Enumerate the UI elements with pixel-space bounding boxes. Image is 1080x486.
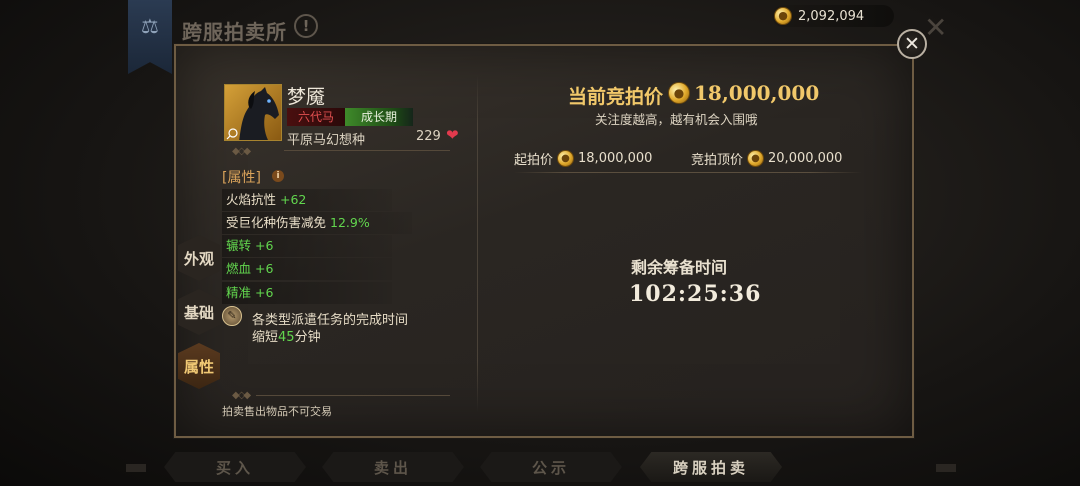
- background-close-icon: ✕: [924, 11, 948, 44]
- gold-coin-icon: ●: [774, 7, 792, 25]
- skill-line: 各类型派遣任务的完成时间: [252, 313, 409, 328]
- attributes-title: [属性]: [222, 170, 261, 186]
- skill-description: 各类型派遣任务的完成时间 缩短45分钟: [252, 312, 408, 346]
- stat-value: +62: [280, 192, 307, 207]
- gold-coin-icon: ●: [747, 150, 765, 167]
- stat-row: 辗转 +6: [222, 235, 392, 257]
- cap-price: 竞拍顶价 ● 20,000,000: [691, 149, 842, 168]
- skill-line: 缩短45分钟: [252, 329, 408, 346]
- skill-text-part: 缩短: [252, 330, 279, 345]
- ornament-icon: ◆◇◆: [232, 146, 251, 157]
- help-icon[interactable]: !: [294, 14, 318, 38]
- cap-price-label: 竞拍顶价: [691, 153, 744, 168]
- stat-label: 受巨化种伤害减免: [226, 215, 327, 230]
- current-bid-value: 18,000,000: [694, 81, 820, 105]
- stat-value: +6: [255, 261, 274, 276]
- remaining-time-value: 102:25:36: [629, 281, 762, 307]
- column-divider: [477, 74, 478, 412]
- tabbar-ornament: [126, 464, 146, 472]
- stat-value: +6: [255, 238, 274, 253]
- stat-label: 火焰抗性: [226, 192, 277, 207]
- start-price-value: 18,000,000: [578, 151, 653, 166]
- start-price: 起拍价 ● 18,000,000: [514, 149, 652, 168]
- gold-coin-icon: ●: [557, 150, 575, 167]
- stat-row: 受巨化种伤害减免 12.9%: [222, 212, 412, 234]
- divider: [256, 395, 450, 396]
- stage-badge: 成长期: [345, 108, 413, 126]
- divider: [514, 172, 862, 173]
- stat-value: +6: [255, 285, 274, 300]
- stat-row: 精准 +6: [222, 282, 392, 304]
- skill-value: 45: [278, 330, 295, 345]
- cap-price-value: 20,000,000: [768, 151, 843, 166]
- horse-portrait-icon[interactable]: [224, 84, 282, 141]
- skill-icon[interactable]: ✎: [222, 306, 242, 326]
- tab-buy[interactable]: 买入: [164, 452, 306, 482]
- tab-announce[interactable]: 公示: [480, 452, 622, 482]
- item-breed: 平原马幻想种: [287, 133, 366, 148]
- divider: [284, 150, 450, 151]
- stat-value: 12.9%: [330, 215, 370, 230]
- bid-hint: 关注度越高，越有机会入围哦: [595, 112, 758, 127]
- tab-cross-server-auction[interactable]: 跨服拍卖: [640, 452, 782, 482]
- stat-row: 燃血 +6: [222, 258, 392, 280]
- trade-note: 拍卖售出物品不可交易: [222, 405, 332, 418]
- page-title: 跨服拍卖所: [182, 20, 287, 44]
- remaining-time-label: 剩余筹备时间: [631, 258, 728, 277]
- stat-label: 辗转: [226, 238, 252, 253]
- stat-label: 燃血: [226, 261, 252, 276]
- generation-badge: 六代马: [287, 108, 345, 126]
- skill-text-part: 分钟: [294, 330, 321, 345]
- tab-sell[interactable]: 卖出: [322, 452, 464, 482]
- stat-label: 精准: [226, 285, 252, 300]
- gold-amount: 2,092,094: [798, 8, 865, 24]
- stat-row: 火焰抗性 +62: [222, 189, 392, 211]
- info-icon[interactable]: i: [272, 170, 284, 182]
- heart-icon[interactable]: ❤: [446, 126, 459, 144]
- item-name: 梦魇: [287, 86, 326, 108]
- close-icon: ✕: [904, 33, 920, 55]
- tabbar-ornament: [936, 464, 956, 472]
- item-count: 229: [416, 129, 441, 144]
- close-button[interactable]: ✕: [897, 29, 927, 59]
- gold-coin-icon: ●: [668, 82, 690, 104]
- gold-balance: ● 2,092,094: [772, 5, 894, 27]
- current-bid-label: 当前竞拍价: [568, 86, 664, 108]
- start-price-label: 起拍价: [514, 153, 554, 168]
- ornament-icon: ◆◇◆: [232, 390, 251, 401]
